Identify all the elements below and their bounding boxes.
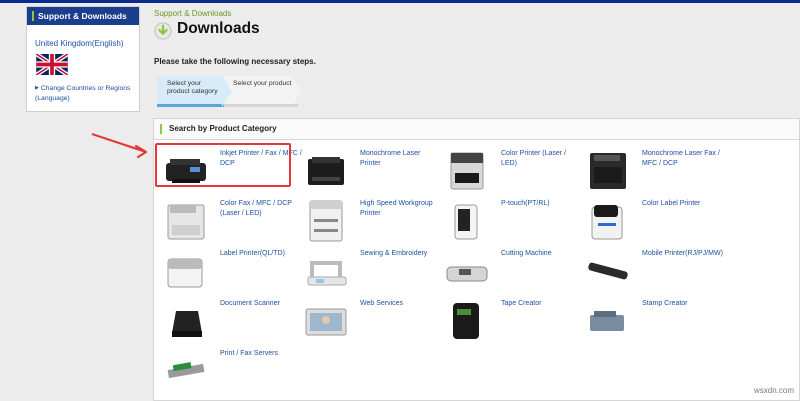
mobile-printer-icon [588,262,628,280]
ptouch-icon [454,204,478,240]
category-label: Color Label Printer [642,200,701,207]
top-bar [0,0,800,3]
page-title: Downloads [177,20,260,37]
category-label: Color Printer (Laser / LED) [501,150,566,167]
change-country-label: Change Countries or Regions (Language) [35,85,131,102]
document-scanner-icon [172,311,202,337]
category-label: P-touch(PT/RL) [501,200,550,207]
category-label: Color Fax / MFC / DCP (Laser / LED) [220,200,292,217]
step-2-label: Select your product [233,80,292,87]
category-label: Cutting Machine [501,250,552,257]
sidebar: Support & Downloads United Kingdom(Engli… [26,6,140,112]
category-label: Monochrome Laser Printer [360,150,421,167]
category-label: Document Scanner [220,300,280,307]
category-label: Monochrome Laser Fax / MFC / DCP [642,150,720,167]
category-label: Tape Creator [501,300,542,307]
laser-printer-icon [308,157,344,185]
step-2-bar [224,104,298,107]
change-country-link[interactable]: ▶ Change Countries or Regions (Language) [35,83,135,104]
step-1-label: Select your product category [167,80,218,95]
watermark: wsxdn.com [753,386,794,395]
web-services-icon [305,308,347,336]
panel-heading: Search by Product Category [154,119,799,140]
triangle-right-icon: ▶ [35,85,39,91]
sewing-machine-icon [307,261,347,286]
label-printer-icon [167,258,203,288]
color-printer-icon [450,152,484,190]
category-label: Sewing & Embroidery [360,250,428,257]
stamp-creator-icon [590,311,624,331]
tape-creator-icon [453,303,479,339]
color-label-printer-icon [591,205,623,240]
cutting-machine-icon [446,266,488,282]
step-select-product: Select your product [224,76,301,107]
workgroup-printer-icon [309,200,343,242]
download-icon [154,22,172,40]
category-label: High Speed Workgroup Printer [360,200,433,217]
category-label: Label Printer(QL/TD) [220,250,285,257]
red-arrow-icon [91,132,148,159]
step-select-category: Select your product category [157,76,224,107]
breadcrumb[interactable]: Support & Downloads [154,9,231,18]
uk-flag-icon[interactable] [36,54,68,75]
steps-intro: Please take the following necessary step… [154,57,316,66]
highlight-box [155,143,291,187]
category-label: Print / Fax Servers [220,350,278,357]
color-mfc-icon [167,204,205,240]
print-server-icon [167,362,205,379]
country-link[interactable]: United Kingdom(English) [35,39,139,48]
category-label: Web Services [360,300,404,307]
category-label: Mobile Printer(RJ/PJ/MW) [642,250,723,257]
laser-mfc-icon [590,153,626,189]
sidebar-heading: Support & Downloads [27,7,139,25]
category-label: Stamp Creator [642,300,688,307]
